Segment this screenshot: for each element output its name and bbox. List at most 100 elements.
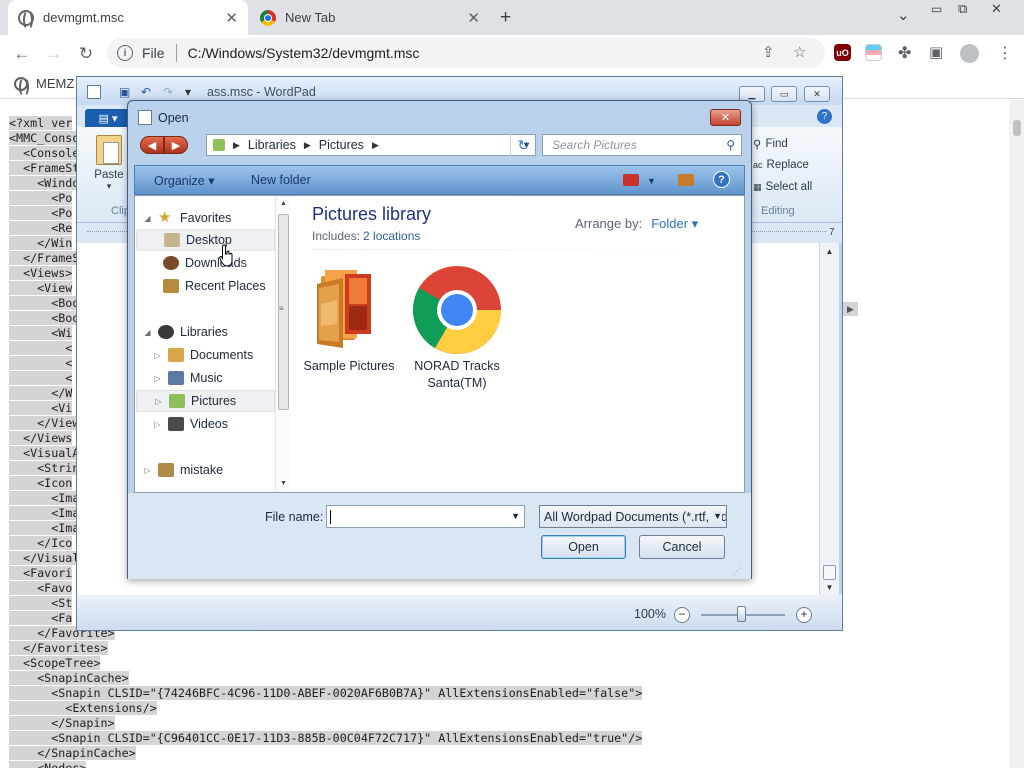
chevron-right-icon[interactable]: ▶ (233, 140, 240, 151)
restore-button[interactable]: ⧉ (958, 1, 967, 17)
wordpad-menu-button[interactable]: ▤ ▾ (85, 109, 131, 127)
back-button[interactable]: ← (9, 41, 35, 67)
view-options-icon[interactable] (623, 174, 639, 186)
breadcrumb[interactable]: ▶ Libraries ▶ Pictures ▶ ▼ (206, 134, 536, 156)
expanded-triangle-icon[interactable]: ◢ (143, 214, 152, 223)
nav-item-documents[interactable]: ▷ Documents (153, 344, 253, 366)
tab-devmgmt[interactable]: devmgmt.msc ✕ (8, 0, 248, 35)
nav-item-recent-places[interactable]: Recent Places (163, 275, 266, 297)
nav-pane-scrollbar[interactable]: ▲ ≡ ▼ (275, 196, 291, 492)
nav-item-videos[interactable]: ▷ Videos (153, 413, 228, 435)
select-all-button[interactable]: ▦ Select all (753, 181, 812, 193)
tab-new-tab[interactable]: New Tab ✕ (250, 0, 490, 35)
nav-item-libraries[interactable]: ◢ Libraries (143, 321, 228, 343)
dialog-titlebar[interactable]: Open ✕ (128, 101, 751, 133)
scroll-up-arrow[interactable]: ▲ (280, 200, 287, 207)
breadcrumb-pictures[interactable]: Pictures (319, 138, 364, 152)
xml-line-text: </FrameS (9, 251, 80, 265)
dialog-body: ◢ ★ Favorites Desktop Downloads Recent P… (134, 195, 745, 493)
zoom-in-button[interactable]: + (796, 607, 812, 623)
open-button[interactable]: Open (541, 535, 626, 559)
file-item-sample-pictures[interactable]: Sample Pictures (298, 264, 400, 375)
side-panel-icon[interactable]: ▣ (929, 43, 943, 61)
chevron-right-icon[interactable]: ▶ (372, 140, 379, 151)
chevron-right-icon[interactable]: ▶ (304, 140, 311, 151)
locations-link[interactable]: 2 locations (363, 229, 420, 243)
resize-grip-icon[interactable]: ⋰ (733, 566, 742, 577)
share-icon[interactable]: ⇪ (762, 43, 775, 61)
refresh-icon[interactable]: ↻ (510, 134, 536, 156)
extensions-puzzle-icon[interactable]: ✤ (898, 43, 911, 63)
nav-item-desktop[interactable]: Desktop (136, 229, 275, 251)
reload-button[interactable]: ↻ (73, 41, 99, 67)
scroll-up-arrow[interactable]: ▲ (820, 243, 839, 259)
collapsed-triangle-icon[interactable]: ▷ (143, 466, 152, 475)
scroll-down-arrow[interactable]: ▼ (280, 480, 287, 487)
close-icon[interactable]: ✕ (467, 9, 480, 27)
redo-icon[interactable]: ↷ (163, 85, 173, 99)
chevron-down-icon[interactable]: ▼ (710, 511, 722, 521)
nav-item-pictures[interactable]: ▷ Pictures (136, 390, 275, 412)
dialog-close-button[interactable]: ✕ (710, 109, 741, 126)
cancel-button[interactable]: Cancel (639, 535, 725, 559)
nav-item-mistake[interactable]: ▷ mistake (143, 459, 223, 481)
wordpad-scrollbar[interactable]: ▲ ▼ (819, 243, 839, 595)
collapsed-triangle-icon[interactable]: ▷ (154, 397, 163, 406)
profile-avatar-icon[interactable] (960, 44, 979, 63)
close-icon[interactable]: ✕ (225, 9, 238, 27)
file-type-select[interactable]: All Wordpad Documents (*.rtf, *.docx, *.… (539, 505, 727, 528)
chevron-down-icon[interactable]: ▼ (511, 511, 520, 521)
page-scroll-thumb[interactable] (1013, 120, 1021, 136)
forward-button[interactable]: → (41, 41, 67, 67)
chevron-down-icon[interactable]: ▼ (647, 176, 656, 186)
wordpad-close-button[interactable]: ✕ (804, 86, 830, 102)
address-bar[interactable]: i File C:/Windows/System32/devmgmt.msc (107, 38, 825, 68)
bookmark-star-icon[interactable]: ☆ (793, 43, 806, 61)
help-icon[interactable]: ? (817, 109, 832, 124)
xml-line-text: <ScopeTree> (9, 656, 101, 670)
ublock-icon[interactable]: uO (834, 44, 851, 61)
nav-item-favorites[interactable]: ◢ ★ Favorites (143, 207, 231, 229)
new-folder-button[interactable]: New folder (251, 173, 311, 187)
find-button[interactable]: ⚲ Find (753, 137, 788, 151)
close-window-button[interactable]: ✕ (991, 1, 1002, 17)
preview-pane-icon[interactable] (678, 174, 694, 186)
search-input[interactable]: Search Pictures ⚲ (542, 134, 742, 156)
wordpad-maximize-button[interactable]: ▭ (771, 86, 797, 102)
collapsed-triangle-icon[interactable]: ▷ (153, 351, 162, 360)
search-icon[interactable]: ⚲ (726, 138, 735, 152)
file-name-field[interactable]: ▼ (326, 505, 525, 528)
file-item-norad-tracks-santa[interactable]: NORAD Tracks Santa(TM) (406, 264, 508, 392)
address-url[interactable]: C:/Windows/System32/devmgmt.msc (188, 45, 420, 61)
collapsed-triangle-icon[interactable]: ▷ (153, 374, 162, 383)
expanded-triangle-icon[interactable]: ◢ (143, 328, 152, 337)
replace-button[interactable]: ac Replace (753, 159, 809, 171)
help-icon[interactable]: ? (713, 171, 730, 188)
zoom-out-button[interactable]: − (674, 607, 690, 623)
new-tab-button[interactable]: + (500, 7, 511, 29)
minimize-button[interactable]: ▭ (931, 2, 942, 16)
scroll-down-arrow[interactable]: ▼ (820, 579, 839, 595)
chrome-menu-icon[interactable]: ⋮ (997, 43, 1013, 63)
pride-extension-icon[interactable] (865, 44, 882, 61)
scroll-thumb[interactable] (823, 565, 836, 580)
tab-search-button[interactable]: ⌄ (897, 6, 910, 24)
wordpad-app-icon[interactable] (87, 85, 101, 99)
includes-label: Includes: (312, 229, 361, 243)
info-icon[interactable]: i (117, 45, 133, 61)
page-scrollbar[interactable] (1009, 100, 1024, 768)
customize-qat-icon[interactable]: ▾ (185, 85, 191, 99)
zoom-slider-thumb[interactable] (737, 606, 746, 622)
back-arrow-icon[interactable]: ◀ (140, 136, 164, 154)
forward-arrow-icon[interactable]: ▶ (164, 136, 188, 154)
bookmark-memz[interactable]: MEMZ (14, 76, 74, 97)
nav-item-music[interactable]: ▷ Music (153, 367, 223, 389)
undo-icon[interactable]: ↶ (141, 85, 151, 99)
breadcrumb-libraries[interactable]: Libraries (248, 138, 296, 152)
save-icon[interactable]: ▣ (119, 85, 130, 99)
xml-line-text: <SnapinCache> (9, 671, 129, 685)
organize-button[interactable]: Organize ▾ (154, 173, 214, 188)
paste-button[interactable]: Paste ▾ (91, 135, 127, 192)
arrange-by-dropdown[interactable]: Folder ▾ (651, 216, 698, 231)
collapsed-triangle-icon[interactable]: ▷ (153, 420, 162, 429)
